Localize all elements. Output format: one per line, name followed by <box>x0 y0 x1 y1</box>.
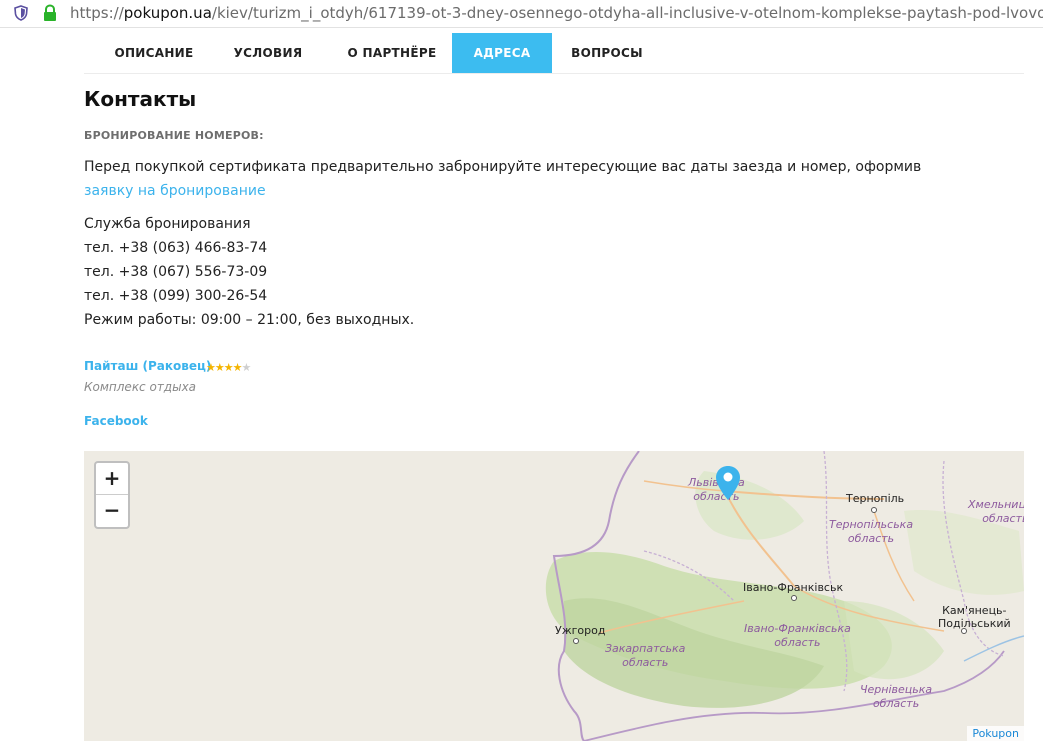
booking-request-link[interactable]: заявку на бронирование <box>84 181 266 201</box>
map-city-label: Тернопіль <box>846 492 905 505</box>
browser-address-bar[interactable]: https://pokupon.ua/kiev/turizm_i_otdyh/6… <box>0 0 1043 28</box>
star-icon: ★ <box>232 361 243 374</box>
map-region-label: Чернівецька область <box>860 683 933 710</box>
map-city-label: Кам'янець- Подільський <box>938 604 1011 630</box>
url-prefix: https:// <box>70 4 124 22</box>
url-path: /kiev/turizm_i_otdyh/617139-ot-3-dney-os… <box>211 4 1043 22</box>
map-marker-icon[interactable] <box>715 465 741 501</box>
map-city-label: Івано-Франківськ <box>743 581 844 594</box>
map-region-label: Івано-Франківська область <box>744 622 851 649</box>
facebook-link[interactable]: Facebook <box>84 414 148 428</box>
url-text[interactable]: https://pokupon.ua/kiev/turizm_i_otdyh/6… <box>70 4 1043 22</box>
tracking-shield-icon[interactable] <box>14 5 28 21</box>
map-city-label: Ужгород <box>555 624 606 637</box>
phone-1: тел. +38 (063) 466-83-74 <box>84 240 268 256</box>
partner-type: Комплекс отдыха <box>84 380 197 394</box>
tab-questions[interactable]: ВОПРОСЫ <box>562 33 652 73</box>
star-icon: ★ <box>214 361 225 374</box>
tab-about-partner[interactable]: О ПАРТНЁРЕ <box>332 33 452 73</box>
star-icon: ★ <box>223 361 234 374</box>
location-map[interactable]: + − Львівська область Тернопіль Тернопіль… <box>84 451 1024 741</box>
zoom-in-button[interactable]: + <box>96 463 128 494</box>
secure-lock-icon[interactable] <box>42 4 58 22</box>
phone-2: тел. +38 (067) 556-73-09 <box>84 264 268 280</box>
contacts-title: Контакты <box>84 87 197 111</box>
section-tabs: ОПИСАНИЕ УСЛОВИЯ О ПАРТНЁРЕ АДРЕСА ВОПРО… <box>84 33 1024 74</box>
booking-heading: БРОНИРОВАНИЕ НОМЕРОВ: <box>84 129 264 142</box>
phone-3: тел. +38 (099) 300-26-54 <box>84 288 268 304</box>
star-empty-icon: ★ <box>241 361 252 374</box>
booking-text: Перед покупкой сертификата предварительн… <box>84 159 922 175</box>
partner-rating: ★★★★★ <box>206 361 252 374</box>
partner-name-link[interactable]: Пайташ (Раковец) <box>84 359 211 373</box>
star-icon: ★ <box>206 361 216 374</box>
tab-conditions[interactable]: УСЛОВИЯ <box>218 33 318 73</box>
map-zoom-control: + − <box>94 461 130 529</box>
booking-service-block: Служба бронирования тел. +38 (063) 466-8… <box>84 214 414 334</box>
map-region-label: Закарпатська область <box>605 642 686 669</box>
working-hours: Режим работы: 09:00 – 21:00, без выходны… <box>84 312 415 328</box>
zoom-out-button[interactable]: − <box>96 494 128 526</box>
map-region-label: Хмельницьобласть <box>968 498 1024 525</box>
service-title: Служба бронирования <box>84 216 251 232</box>
url-domain: pokupon.ua <box>123 4 212 22</box>
map-region-label: Тернопільська область <box>829 518 914 545</box>
tab-description[interactable]: ОПИСАНИЕ <box>98 33 210 73</box>
tab-addresses[interactable]: АДРЕСА <box>452 33 552 73</box>
map-attribution-link[interactable]: Pokupon <box>967 726 1024 741</box>
